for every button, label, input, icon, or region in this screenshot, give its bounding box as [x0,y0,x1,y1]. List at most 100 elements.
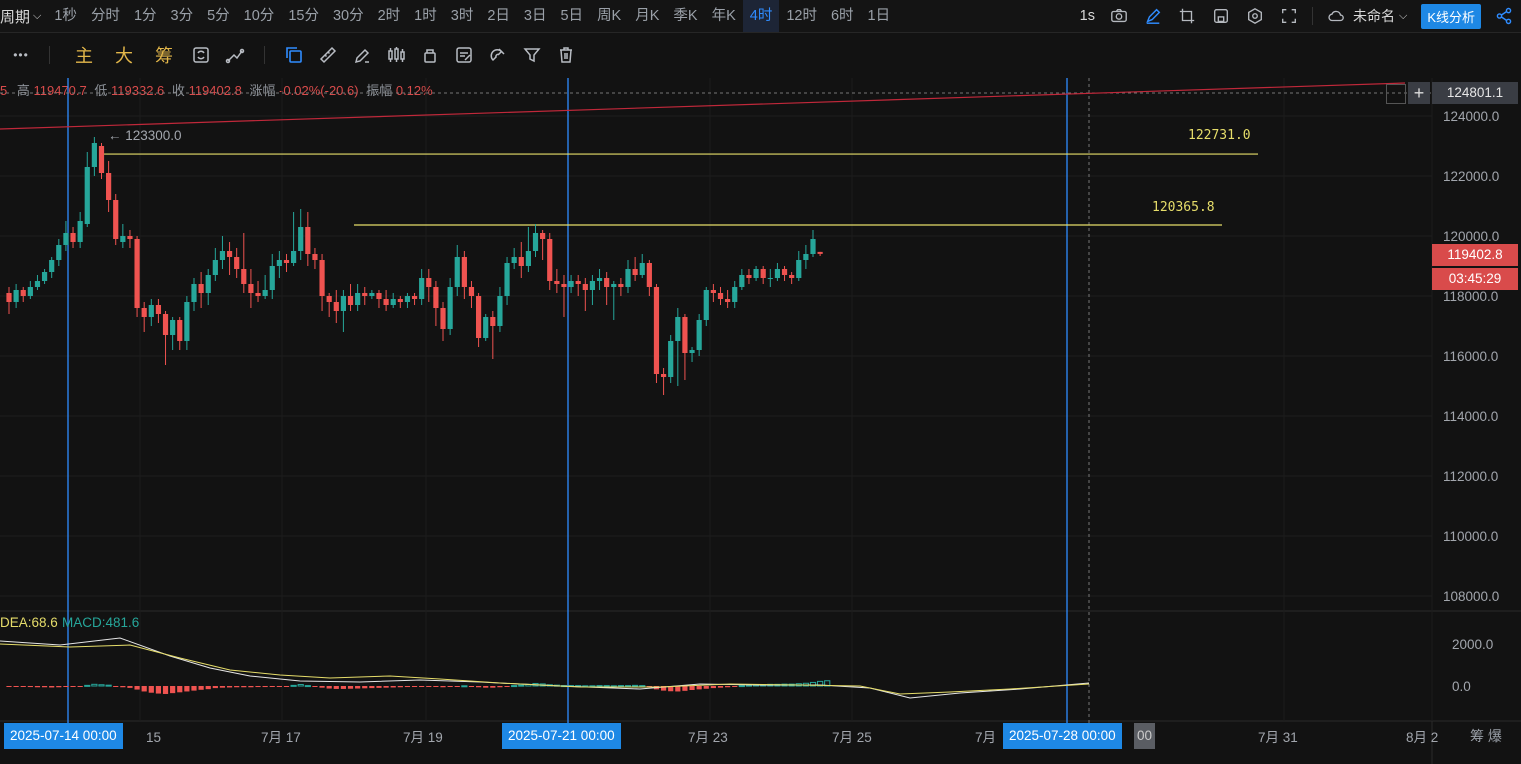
timeframe-4[interactable]: 5分 [200,0,237,32]
candle [426,269,432,302]
macd-bar [49,686,55,688]
layout-name-dropdown[interactable]: 未命名 ⌵ [1353,6,1407,26]
candle-body [625,269,631,287]
candle [803,245,809,269]
copy-icon[interactable] [282,43,306,67]
macd-bar [596,685,603,688]
macd-bar [20,686,26,687]
price-chart[interactable]: 124000.0 122000.0 120000.0 118000.0 116000.0… [0,78,1521,764]
kline-analysis-button[interactable]: K线分析 [1421,3,1481,29]
macd-bar [304,685,311,688]
camera-icon[interactable] [1108,5,1130,27]
timeframe-6[interactable]: 15分 [281,0,326,32]
pen-icon[interactable] [1142,5,1164,27]
brush-icon[interactable] [350,43,374,67]
high-marker: ← 123300.0 [108,128,182,143]
timeframe-18[interactable]: 4时 [742,0,780,32]
candle [440,302,446,341]
period-dropdown[interactable]: 周期 ⌵ [0,0,47,32]
timeframe-15[interactable]: 月K [628,0,666,32]
candle [540,230,546,260]
candle [419,269,425,305]
candle-body [70,233,76,242]
fullscreen-icon[interactable] [1278,5,1300,27]
candle [568,275,574,293]
candle-body [511,257,517,263]
crop-icon[interactable] [1176,5,1198,27]
timeframe-10[interactable]: 3时 [444,0,481,32]
candle [56,239,62,266]
trash-icon[interactable] [554,43,578,67]
timeframe-12[interactable]: 3日 [517,0,554,32]
save-image-icon[interactable] [1210,5,1232,27]
filter-icon[interactable] [520,43,544,67]
macd-bar [105,684,112,687]
timeframe-21[interactable]: 1日 [861,0,898,32]
macd-bar [219,686,226,688]
candle [312,248,318,269]
price-tick-5: 114000.0 [1443,409,1498,424]
candle-body [376,293,382,299]
macd-bar [433,686,439,687]
date-highlight-tail: 00 [1134,723,1156,749]
timeframe-19[interactable]: 12时 [779,0,824,32]
candle [625,260,631,293]
candle-body [120,236,126,242]
candle-body [568,281,574,287]
crop-button[interactable] [1386,84,1406,104]
candlestick-icon[interactable] [384,43,408,67]
timeframe-9[interactable]: 1时 [407,0,444,32]
timeframe-16[interactable]: 季K [666,0,704,32]
timeframe-1[interactable]: 分时 [84,0,127,32]
more-icon[interactable]: ••• [6,43,36,67]
macd-bar [13,686,19,687]
macd-bar [475,686,482,688]
timeframe-20[interactable]: 6时 [824,0,861,32]
macd-bar [177,686,183,693]
lock-icon[interactable] [418,43,442,67]
macd-bar [511,685,518,688]
timeframe-3[interactable]: 3分 [164,0,201,32]
candle-body [746,275,752,278]
timeframe-17[interactable]: 年K [705,0,743,32]
candle-body [269,266,275,290]
macd-bar [355,686,361,689]
candle [283,254,290,272]
macd-bar [56,686,62,688]
drawing-tools-icon[interactable] [223,43,247,67]
candle [340,290,347,332]
macd-bar [632,684,639,687]
timeframe-13[interactable]: 5日 [553,0,590,32]
macd-panel [0,637,1090,699]
timeframe-0[interactable]: 1秒 [47,0,84,32]
chip-button[interactable]: 筹 [149,43,179,67]
timeframe-8[interactable]: 2时 [371,0,408,32]
sync-icon[interactable] [189,43,213,67]
share-icon[interactable] [1493,5,1515,27]
bottom-right-tools[interactable]: 筹 爆 [1470,726,1502,746]
add-alert-button[interactable]: + [1408,82,1430,104]
speed-button[interactable]: 1s [1073,0,1102,32]
macd-bar [141,686,147,692]
settings-icon[interactable] [1244,5,1266,27]
price-tick-6: 112000.0 [1443,469,1498,484]
ruler-icon[interactable] [316,43,340,67]
candle [732,281,738,308]
candle [547,233,553,290]
timeframe-14[interactable]: 周K [590,0,628,32]
magnet-icon[interactable] [486,43,510,67]
timeframe-7[interactable]: 30分 [326,0,371,32]
note-icon[interactable] [452,43,476,67]
main-indicator-button[interactable]: 主 [69,43,99,67]
candle-body [91,143,97,167]
candle [141,302,147,332]
big-order-button[interactable]: 大 [109,43,139,67]
macd-bar [77,686,83,687]
macd-bar [241,686,247,688]
timeframe-5[interactable]: 10分 [237,0,282,32]
timeframe-2[interactable]: 1分 [127,0,164,32]
candle-body [810,239,816,254]
price-tick-4: 116000.0 [1443,349,1498,364]
timeframe-11[interactable]: 2日 [480,0,517,32]
macd-bar [682,686,688,691]
